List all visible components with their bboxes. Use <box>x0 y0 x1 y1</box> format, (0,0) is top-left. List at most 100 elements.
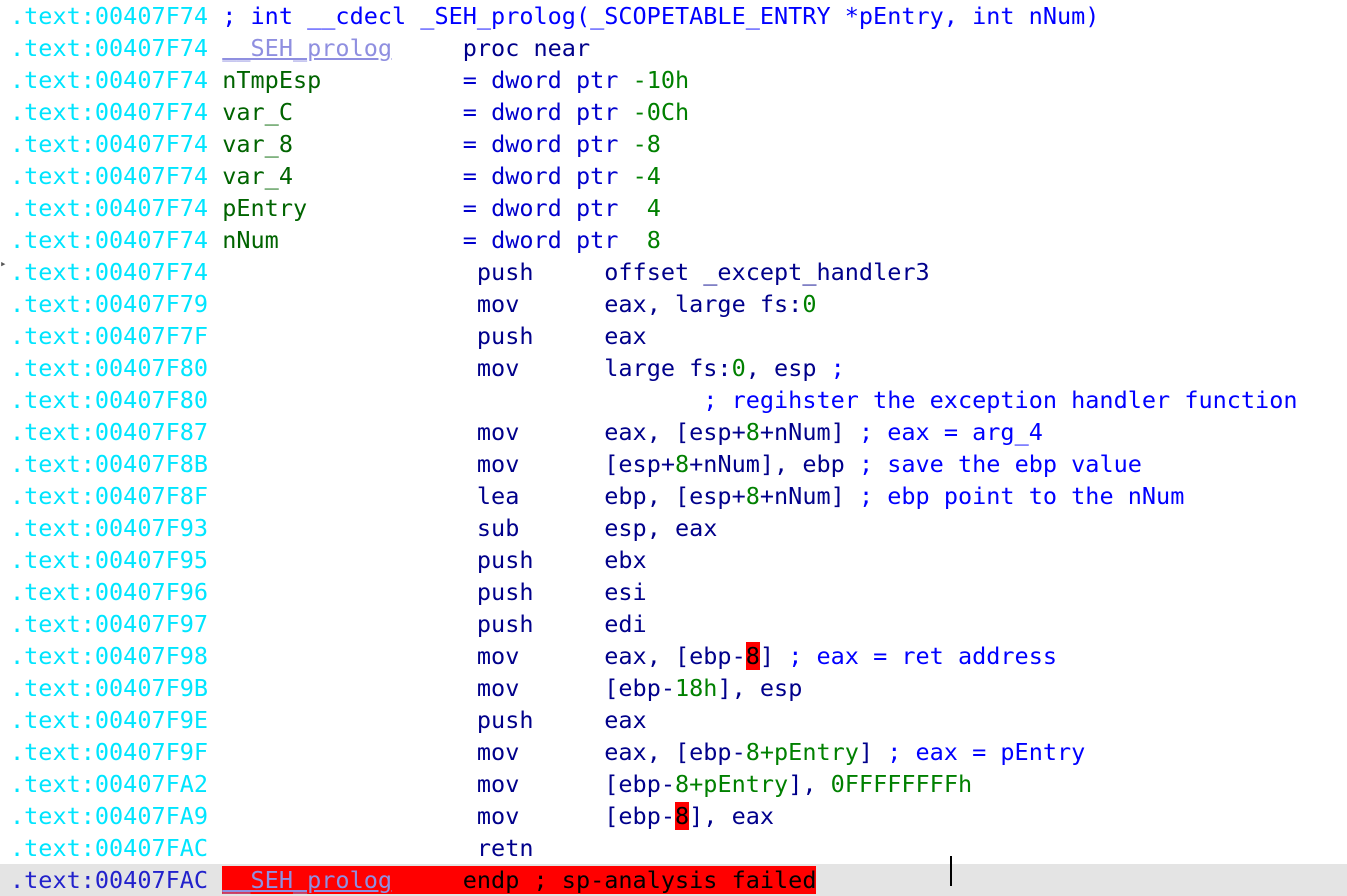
instruction-line[interactable]: .text:00407F80 ; regihster the exception… <box>0 384 1347 416</box>
operand-text[interactable]: +nNum] <box>760 418 859 446</box>
operand-text[interactable]: [ebp- <box>604 674 675 702</box>
instruction-line[interactable]: .text:00407F9B mov [ebp-18h], esp <box>0 672 1347 704</box>
operand-number[interactable]: 0 <box>732 354 746 382</box>
stack-var-name[interactable]: var_4 <box>222 162 293 190</box>
instruction-line[interactable]: .text:00407F8F lea ebp, [esp+8+nNum] ; e… <box>0 480 1347 512</box>
operand-text[interactable]: +nNum] <box>760 482 859 510</box>
instruction-line[interactable]: .text:00407F98 mov eax, [ebp-8] ; eax = … <box>0 640 1347 672</box>
operand-text[interactable]: eax, large fs: <box>604 290 802 318</box>
operand-text[interactable]: ], esp <box>717 674 802 702</box>
mnemonic[interactable]: push <box>477 706 534 734</box>
selection-band[interactable]: __SEH_prolog endp ; sp-analysis failed <box>222 866 817 894</box>
operand-number[interactable]: 18h <box>675 674 717 702</box>
instruction-line[interactable]: .text:00407F87 mov eax, [esp+8+nNum] ; e… <box>0 416 1347 448</box>
operand-number[interactable]: 8+pEntry <box>746 738 859 766</box>
mnemonic[interactable]: mov <box>477 770 519 798</box>
stack-var-line[interactable]: .text:00407F74 nNum = dword ptr 8 <box>0 224 1347 256</box>
operand-immediate[interactable]: 0FFFFFFFFh <box>831 770 972 798</box>
stack-var-line[interactable]: .text:00407F74 pEntry = dword ptr 4 <box>0 192 1347 224</box>
instruction-line[interactable]: .text:00407F9E push eax <box>0 704 1347 736</box>
operand-number[interactable]: 0 <box>802 290 816 318</box>
operand-text[interactable]: eax, [ebp- <box>604 738 745 766</box>
operand-text[interactable]: , esp <box>746 354 831 382</box>
operand-text[interactable]: ebx <box>604 546 646 574</box>
mnemonic[interactable]: mov <box>477 642 519 670</box>
operand-number[interactable]: 8+pEntry <box>675 770 788 798</box>
operand-text[interactable]: large fs: <box>604 354 731 382</box>
instruction-comment[interactable]: ; eax = arg_4 <box>859 418 1043 446</box>
operand-text[interactable]: eax <box>604 322 646 350</box>
operand-text[interactable]: ], eax <box>689 802 774 830</box>
stack-var-line[interactable]: .text:00407F74 var_4 = dword ptr -4 <box>0 160 1347 192</box>
stack-var-name[interactable]: var_8 <box>222 130 293 158</box>
instruction-comment[interactable]: ; eax = ret address <box>788 642 1057 670</box>
instruction-line[interactable]: .text:00407F79 mov eax, large fs:0 <box>0 288 1347 320</box>
stack-var-line[interactable]: .text:00407F74 nTmpEsp = dword ptr -10h <box>0 64 1347 96</box>
operand-text[interactable]: ebp, [esp+ <box>604 482 745 510</box>
proc-footer-line[interactable]: .text:00407FAC __SEH_prolog endp ; sp-an… <box>0 864 1347 896</box>
operand-text[interactable]: [ebp- <box>604 770 675 798</box>
operand-text[interactable]: ] <box>760 642 788 670</box>
instruction-line[interactable]: .text:00407F80 mov large fs:0, esp ; <box>0 352 1347 384</box>
operand-text[interactable]: +nNum], ebp <box>689 450 859 478</box>
operand-highlighted-value[interactable]: 8 <box>745 642 760 670</box>
instruction-line[interactable]: .text:00407FAC retn <box>0 832 1347 864</box>
mnemonic[interactable]: mov <box>477 450 519 478</box>
stack-var-name[interactable]: pEntry <box>222 194 307 222</box>
instruction-line[interactable]: .text:00407F8B mov [esp+8+nNum], ebp ; s… <box>0 448 1347 480</box>
instruction-line[interactable]: .text:00407FA2 mov [ebp-8+pEntry], 0FFFF… <box>0 768 1347 800</box>
instruction-line[interactable]: .text:00407F9F mov eax, [ebp-8+pEntry] ;… <box>0 736 1347 768</box>
operand-text[interactable]: [esp+ <box>604 450 675 478</box>
mnemonic[interactable]: mov <box>477 354 519 382</box>
operand-text[interactable]: ] <box>859 738 887 766</box>
instruction-line[interactable]: .text:00407FA9 mov [ebp-8], eax <box>0 800 1347 832</box>
mnemonic[interactable]: mov <box>477 674 519 702</box>
operand-text[interactable]: esp, eax <box>604 514 717 542</box>
mnemonic[interactable]: push <box>477 258 534 286</box>
prototype-line[interactable]: .text:00407F74 ; int __cdecl _SEH_prolog… <box>0 0 1347 32</box>
instruction-line[interactable]: .text:00407F7F push eax <box>0 320 1347 352</box>
operand-text[interactable]: esi <box>604 578 646 606</box>
operand-text[interactable]: eax, [ebp- <box>604 642 745 670</box>
mnemonic[interactable]: lea <box>477 482 519 510</box>
proc-header-line[interactable]: .text:00407F74 __SEH_prolog proc near <box>0 32 1347 64</box>
stack-var-name[interactable]: nTmpEsp <box>222 66 321 94</box>
operand-text[interactable]: eax, [esp+ <box>604 418 745 446</box>
mnemonic[interactable]: sub <box>477 514 519 542</box>
instruction-line[interactable]: .text:00407F97 push edi <box>0 608 1347 640</box>
function-name-label[interactable]: __SEH_prolog <box>222 34 392 62</box>
mnemonic[interactable]: mov <box>477 738 519 766</box>
function-name-label[interactable]: __SEH_prolog <box>222 866 392 894</box>
instruction-line[interactable]: .text:00407F95 push ebx <box>0 544 1347 576</box>
operand-number[interactable]: 8 <box>746 482 760 510</box>
stack-var-name[interactable]: var_C <box>222 98 293 126</box>
mnemonic[interactable]: mov <box>477 802 519 830</box>
operand-highlighted-value[interactable]: 8 <box>675 802 690 830</box>
mnemonic[interactable]: push <box>477 610 534 638</box>
instruction-comment[interactable]: ; ebp point to the nNum <box>859 482 1184 510</box>
operand-text[interactable]: [ebp- <box>604 802 675 830</box>
stack-var-line[interactable]: .text:00407F74 var_C = dword ptr -0Ch <box>0 96 1347 128</box>
instruction-comment[interactable]: ; eax = pEntry <box>887 738 1085 766</box>
instruction-comment[interactable]: ; <box>831 354 845 382</box>
instruction-comment[interactable]: ; save the ebp value <box>859 450 1142 478</box>
operand-text[interactable]: eax <box>604 706 646 734</box>
mnemonic[interactable]: mov <box>477 418 519 446</box>
operand-text[interactable]: edi <box>604 610 646 638</box>
disassembly-listing[interactable]: .text:00407F74 ; int __cdecl _SEH_prolog… <box>0 0 1347 896</box>
mnemonic[interactable]: push <box>477 322 534 350</box>
stack-var-line[interactable]: .text:00407F74 var_8 = dword ptr -8 <box>0 128 1347 160</box>
instruction-line[interactable]: .text:00407F96 push esi <box>0 576 1347 608</box>
operand-number[interactable]: 8 <box>746 418 760 446</box>
instruction-line[interactable]: .text:00407F93 sub esp, eax <box>0 512 1347 544</box>
instruction-line[interactable]: ▸ .text:00407F74 push offset _except_hand… <box>0 256 1347 288</box>
mnemonic[interactable]: mov <box>477 290 519 318</box>
operand-text[interactable]: offset _except_handler3 <box>604 258 929 286</box>
stack-var-name[interactable]: nNum <box>222 226 279 254</box>
instruction-comment[interactable]: ; regihster the exception handler functi… <box>703 386 1297 414</box>
operand-text[interactable]: ], <box>788 770 830 798</box>
operand-number[interactable]: 8 <box>675 450 689 478</box>
mnemonic[interactable]: push <box>477 546 534 574</box>
mnemonic[interactable]: retn <box>477 834 534 862</box>
mnemonic[interactable]: push <box>477 578 534 606</box>
